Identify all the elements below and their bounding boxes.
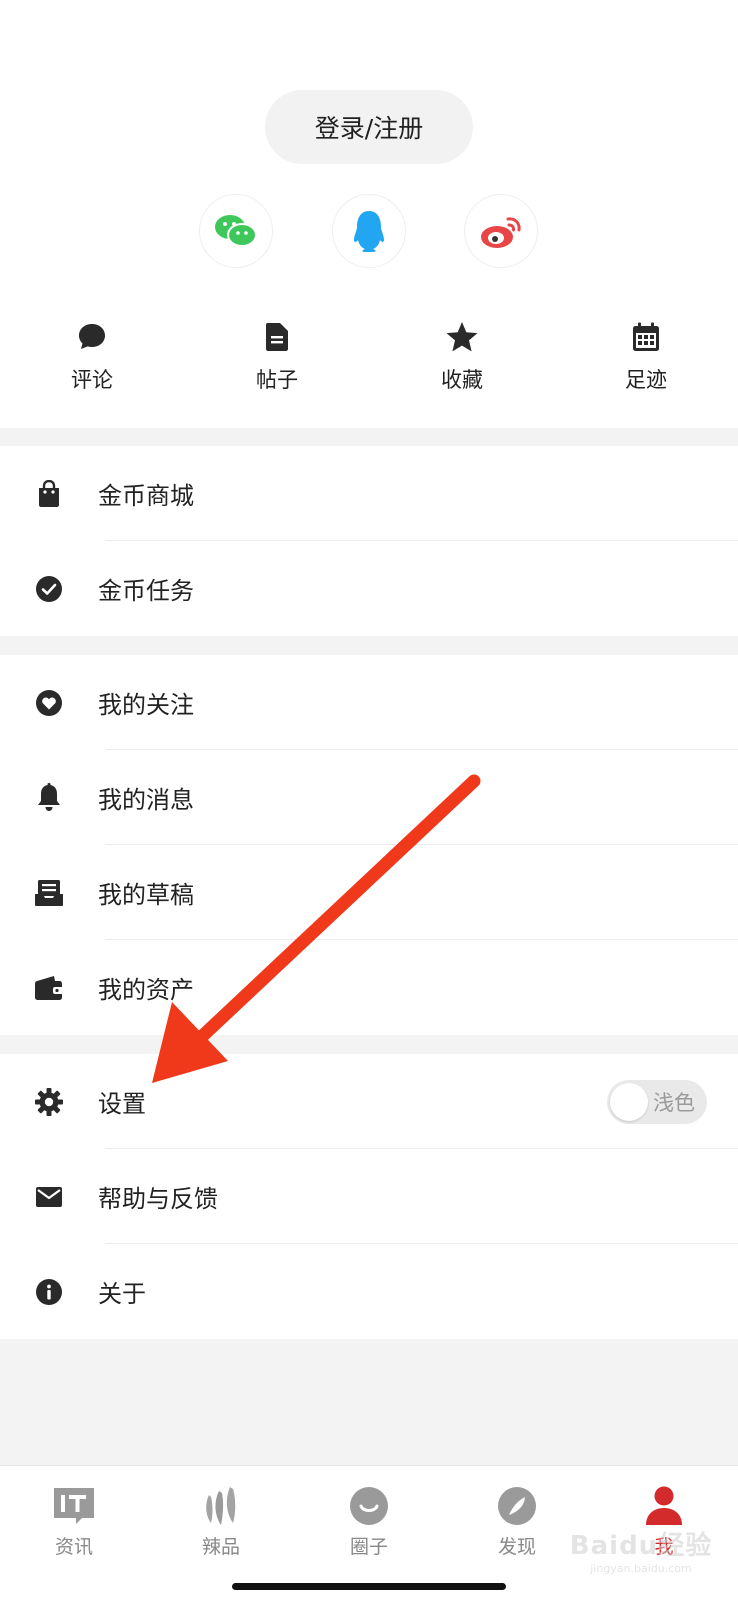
qq-login-button[interactable] bbox=[332, 194, 406, 268]
login-register-button[interactable]: 登录/注册 bbox=[265, 90, 473, 164]
wechat-login-button[interactable] bbox=[199, 194, 273, 268]
login-register-label: 登录/注册 bbox=[314, 114, 424, 143]
menu-item-label: 设置 bbox=[98, 1090, 146, 1118]
menu-group-settings: 设置 浅色 帮助与反馈 关于 bbox=[0, 1054, 738, 1339]
toggle-knob bbox=[610, 1082, 648, 1121]
tab-label: 资讯 bbox=[54, 1536, 93, 1558]
menu-item-label: 我的关注 bbox=[98, 691, 194, 719]
tab-news[interactable]: 资讯 bbox=[14, 1484, 134, 1559]
menu-item-coin-tasks[interactable]: 金币任务 bbox=[0, 541, 738, 636]
menu-item-label: 我的草稿 bbox=[98, 881, 194, 909]
weibo-login-button[interactable] bbox=[464, 194, 538, 268]
person-icon bbox=[646, 1486, 682, 1525]
star-icon bbox=[446, 322, 478, 352]
weibo-icon bbox=[481, 217, 521, 248]
tab-circles[interactable]: 圈子 bbox=[309, 1484, 429, 1559]
wechat-icon bbox=[215, 215, 257, 247]
profile-header: 登录/注册 评论 帖子 收藏 足迹 bbox=[0, 0, 738, 428]
menu-item-help-feedback[interactable]: 帮助与反馈 bbox=[0, 1149, 738, 1244]
info-icon bbox=[36, 1278, 62, 1305]
quick-label: 足迹 bbox=[625, 368, 667, 392]
menu-item-label: 我的资产 bbox=[98, 976, 194, 1004]
menu-item-my-drafts[interactable]: 我的草稿 bbox=[0, 845, 738, 940]
quick-label: 收藏 bbox=[441, 368, 483, 392]
theme-toggle-label: 浅色 bbox=[653, 1090, 695, 1115]
wallet-icon bbox=[35, 975, 63, 1000]
document-icon bbox=[266, 323, 288, 351]
menu-group-coins: 金币商城 金币任务 bbox=[0, 446, 738, 636]
compass-icon bbox=[498, 1487, 536, 1525]
menu-item-my-assets[interactable]: 我的资产 bbox=[0, 940, 738, 1035]
quick-posts[interactable]: 帖子 bbox=[207, 320, 347, 394]
menu-item-my-messages[interactable]: 我的消息 bbox=[0, 750, 738, 845]
chili-icon bbox=[206, 1487, 236, 1525]
tab-label: 辣品 bbox=[201, 1536, 240, 1558]
menu-item-label: 金币商城 bbox=[98, 482, 194, 510]
comment-icon bbox=[79, 324, 105, 349]
menu-item-label: 金币任务 bbox=[98, 577, 194, 605]
quick-label: 帖子 bbox=[256, 368, 298, 392]
quick-comments[interactable]: 评论 bbox=[22, 320, 162, 394]
menu-item-label: 我的消息 bbox=[98, 786, 194, 814]
mail-icon bbox=[36, 1186, 62, 1207]
menu-item-coin-mall[interactable]: 金币商城 bbox=[0, 446, 738, 541]
home-indicator bbox=[232, 1583, 506, 1590]
menu-item-settings[interactable]: 设置 浅色 bbox=[0, 1054, 738, 1149]
theme-toggle[interactable]: 浅色 bbox=[607, 1079, 707, 1124]
bell-icon bbox=[38, 782, 60, 811]
tab-label: 圈子 bbox=[349, 1536, 388, 1558]
shopping-bag-icon bbox=[39, 479, 59, 507]
quick-favorites[interactable]: 收藏 bbox=[392, 320, 532, 394]
tab-discover[interactable]: 发现 bbox=[457, 1484, 577, 1559]
menu-item-about[interactable]: 关于 bbox=[0, 1244, 738, 1339]
qq-icon bbox=[354, 211, 384, 252]
news-icon bbox=[54, 1488, 94, 1524]
menu-item-label: 关于 bbox=[98, 1280, 146, 1308]
baidu-watermark: Baidu经验 jingyan.baidu.com bbox=[566, 1525, 716, 1585]
calendar-icon bbox=[633, 322, 659, 351]
circle-icon bbox=[350, 1487, 388, 1525]
menu-item-my-follows[interactable]: 我的关注 bbox=[0, 655, 738, 750]
tab-products[interactable]: 辣品 bbox=[161, 1484, 281, 1559]
check-circle-icon bbox=[36, 575, 62, 602]
watermark-logo-text: Baidu经验 bbox=[569, 1531, 713, 1561]
tab-label: 发现 bbox=[497, 1536, 536, 1558]
menu-group-personal: 我的关注 我的消息 我的草稿 我的资产 bbox=[0, 655, 738, 1035]
quick-history[interactable]: 足迹 bbox=[576, 320, 716, 394]
menu-item-label: 帮助与反馈 bbox=[98, 1185, 218, 1213]
quick-label: 评论 bbox=[71, 368, 113, 392]
watermark-url: jingyan.baidu.com bbox=[590, 1562, 692, 1575]
inbox-icon bbox=[35, 879, 63, 906]
heart-circle-icon bbox=[36, 689, 62, 716]
gear-icon bbox=[35, 1087, 63, 1116]
